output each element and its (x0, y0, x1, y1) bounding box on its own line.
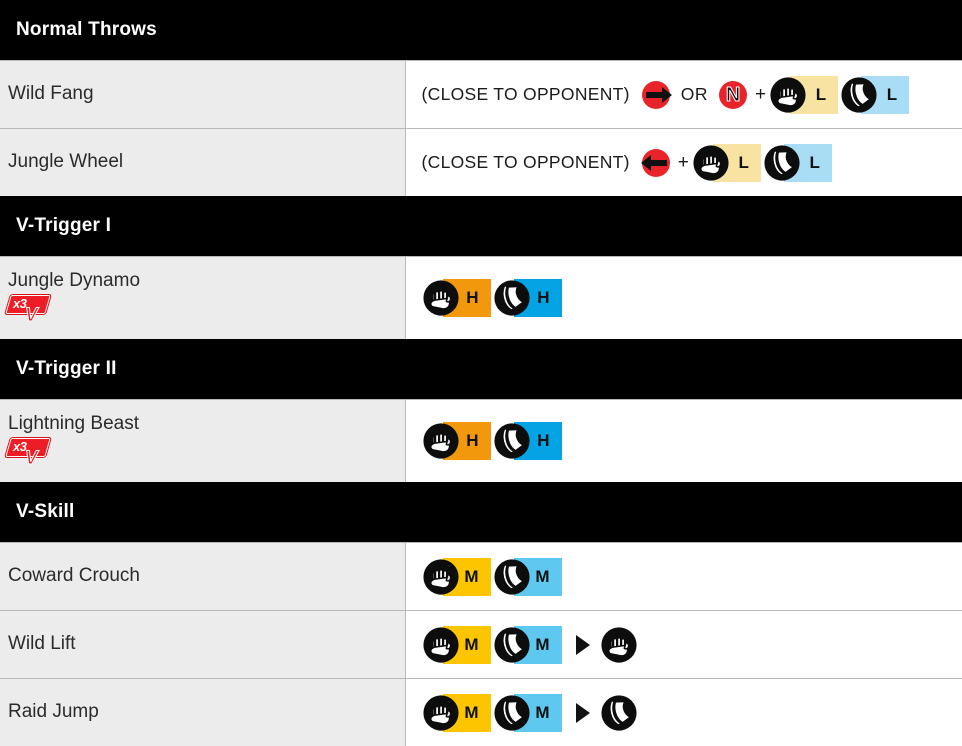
move-name: Wild Fang (8, 84, 405, 105)
move-row: Jungle Dynamo x3V HH (0, 257, 962, 340)
section-title: V-Skill (0, 482, 962, 543)
arrow-left-icon (640, 147, 672, 179)
kick-boot-icon (763, 144, 801, 182)
section-header-row: V-Skill (0, 482, 962, 543)
move-command-cell: MM (405, 611, 962, 679)
input-token-kick-l: L (763, 144, 832, 182)
input-token-kick-m: M (493, 558, 562, 596)
move-name-cell: Jungle Wheel (0, 129, 405, 197)
punch-fist-icon (422, 694, 460, 732)
move-row: Raid Jump MM (0, 679, 962, 746)
kick-boot-icon (493, 558, 531, 596)
input-token-kick-h: H (493, 422, 562, 460)
input-token-kick-h: H (493, 279, 562, 317)
move-list-table: Normal Throws Wild Fang (CLOSE TO OPPONENT… (0, 0, 962, 746)
command-prefix-text: (CLOSE TO OPPONENT) (422, 152, 630, 173)
command-sequence: MM (422, 679, 962, 746)
punch-fist-icon (692, 144, 730, 182)
move-name-cell: Wild Fang (0, 61, 405, 129)
input-token-punch-h: H (422, 422, 491, 460)
kick-boot-icon (493, 422, 531, 460)
move-row: Wild Lift MM (0, 611, 962, 679)
move-name: Lightning Beast (8, 414, 405, 435)
v-meter-cost-badge: x3V (8, 295, 54, 325)
move-row: Wild Fang(CLOSE TO OPPONENT)ORN+LL (0, 61, 962, 129)
move-name-cell: Coward Crouch (0, 543, 405, 611)
move-name-cell: Jungle Dynamo x3V (0, 257, 405, 340)
play-triangle-icon (576, 703, 590, 723)
move-command-cell: (CLOSE TO OPPONENT)+LL (405, 129, 962, 197)
punch-fist-icon (769, 76, 807, 114)
neutral-stick-icon: N (717, 79, 749, 111)
command-sequence: HH (422, 400, 962, 482)
section-title: Normal Throws (0, 0, 962, 61)
input-token-kick-l: L (840, 76, 909, 114)
move-name-cell: Wild Lift (0, 611, 405, 679)
input-token-punch (600, 626, 638, 664)
section-title: V-Trigger I (0, 196, 962, 257)
punch-fist-icon (422, 558, 460, 596)
arrow-right-icon (640, 79, 672, 111)
punch-fist-icon (600, 626, 638, 664)
command-sequence: (CLOSE TO OPPONENT)ORN+LL (422, 61, 962, 128)
v-badge-meter: V (25, 306, 38, 325)
input-token-kick-m: M (493, 626, 562, 664)
move-name-cell: Lightning Beast x3V (0, 400, 405, 483)
move-row: Coward Crouch MM (0, 543, 962, 611)
move-row: Lightning Beast x3V HH (0, 400, 962, 483)
v-meter-cost-badge: x3V (8, 438, 54, 468)
punch-fist-icon (422, 626, 460, 664)
kick-boot-icon (493, 626, 531, 664)
move-name-cell: Raid Jump (0, 679, 405, 746)
input-token-punch-m: M (422, 626, 491, 664)
move-name: Jungle Wheel (8, 152, 405, 173)
move-name: Raid Jump (8, 702, 405, 723)
punch-fist-icon (422, 422, 460, 460)
move-command-cell: MM (405, 543, 962, 611)
command-sequence: HH (422, 257, 962, 339)
punch-fist-icon (422, 279, 460, 317)
command-sequence: MM (422, 611, 962, 678)
command-sequence: (CLOSE TO OPPONENT)+LL (422, 129, 962, 196)
section-header-row: V-Trigger II (0, 339, 962, 400)
move-name: Coward Crouch (8, 566, 405, 587)
kick-boot-icon (493, 279, 531, 317)
move-command-cell: HH (405, 257, 962, 340)
move-name: Wild Lift (8, 634, 405, 655)
input-token-punch-h: H (422, 279, 491, 317)
command-sequence: MM (422, 543, 962, 610)
move-command-cell: MM (405, 679, 962, 746)
command-prefix-text: (CLOSE TO OPPONENT) (422, 84, 630, 105)
input-token-punch-m: M (422, 558, 491, 596)
input-token-kick-m: M (493, 694, 562, 732)
input-token-punch-m: M (422, 694, 491, 732)
move-name: Jungle Dynamo (8, 271, 405, 292)
kick-boot-icon (493, 694, 531, 732)
move-command-cell: (CLOSE TO OPPONENT)ORN+LL (405, 61, 962, 129)
command-plus: + (755, 84, 766, 106)
kick-boot-icon (840, 76, 878, 114)
section-title: V-Trigger II (0, 339, 962, 400)
play-triangle-icon (576, 635, 590, 655)
section-header-row: Normal Throws (0, 0, 962, 61)
input-token-punch-l: L (769, 76, 838, 114)
section-header-row: V-Trigger I (0, 196, 962, 257)
move-command-cell: HH (405, 400, 962, 483)
move-row: Jungle Wheel(CLOSE TO OPPONENT)+LL (0, 129, 962, 197)
command-plus: + (678, 152, 689, 174)
kick-boot-icon (600, 694, 638, 732)
v-badge-meter: V (25, 449, 38, 468)
command-separator: OR (681, 84, 708, 105)
input-token-kick (600, 694, 638, 732)
input-token-punch-l: L (692, 144, 761, 182)
